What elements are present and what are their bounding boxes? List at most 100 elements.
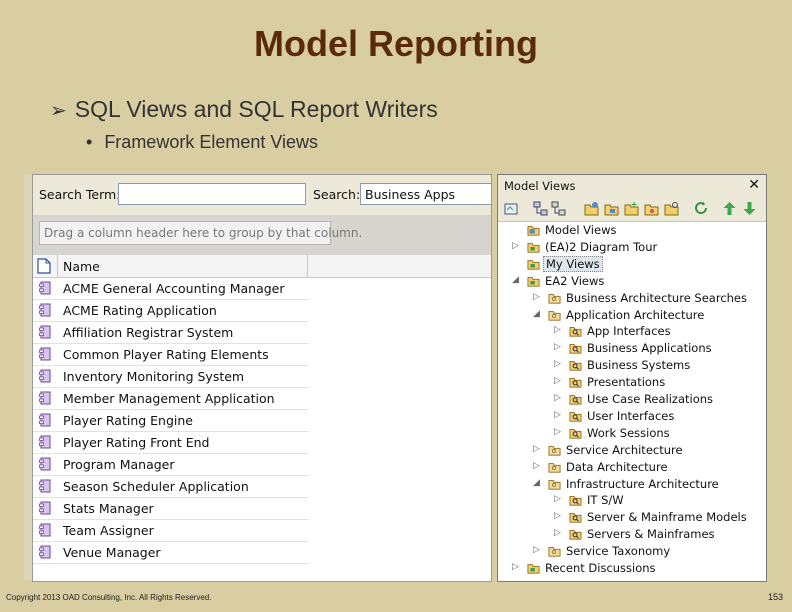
table-row[interactable]: Affiliation Registrar System (33, 322, 308, 344)
expand-toggle-icon[interactable]: ▷ (533, 461, 543, 471)
add-favorite-icon[interactable] (644, 201, 659, 216)
list-view-icon[interactable] (551, 201, 566, 216)
new-folder-icon[interactable] (584, 201, 599, 216)
row-name: ACME Rating Application (63, 303, 217, 318)
component-icon (39, 303, 51, 317)
table-row[interactable]: ACME Rating Application (33, 300, 308, 322)
component-icon (39, 413, 51, 427)
folder-icon (548, 462, 561, 473)
tree-node-label: User Interfaces (587, 408, 675, 423)
table-row[interactable]: Player Rating Front End (33, 432, 308, 454)
expand-toggle-icon[interactable]: ▷ (554, 376, 564, 386)
expand-toggle-icon[interactable]: ▷ (554, 427, 564, 437)
tree-node-label: Service Taxonomy (566, 544, 671, 559)
expand-toggle-icon[interactable]: ▷ (533, 292, 543, 302)
tree-node-label: IT S/W (587, 493, 624, 508)
row-name: Stats Manager (63, 501, 154, 516)
table-row[interactable]: Venue Manager (33, 542, 308, 564)
search-label: Search: (313, 187, 361, 202)
search-folder-icon (569, 395, 582, 405)
arrow-bullet-icon: ➢ (50, 100, 67, 122)
component-icon (39, 391, 51, 405)
row-name: Team Assigner (63, 523, 154, 538)
tree-node-label: Use Case Realizations (587, 392, 714, 406)
row-name: Player Rating Engine (63, 413, 193, 428)
tree-node-label: (EA)2 Diagram Tour (545, 239, 658, 254)
table-row[interactable]: Stats Manager (33, 498, 308, 520)
component-icon (39, 523, 51, 537)
move-down-icon[interactable] (742, 201, 757, 216)
group-by-hint: Drag a column header here to group by th… (39, 221, 362, 245)
table-row[interactable]: Player Rating Engine (33, 410, 308, 432)
table-row[interactable]: Season Scheduler Application (33, 476, 308, 498)
properties-icon[interactable] (664, 201, 679, 216)
expand-toggle-icon[interactable]: ▷ (554, 410, 564, 420)
table-row[interactable]: ACME General Accounting Manager (33, 278, 308, 300)
close-icon[interactable]: ✕ (748, 177, 760, 193)
table-row[interactable]: Program Manager (33, 454, 308, 476)
grid-header: Name (33, 255, 491, 278)
table-row[interactable]: Team Assigner (33, 520, 308, 542)
folder-icon (548, 547, 561, 557)
expand-toggle-icon[interactable]: ▷ (512, 562, 522, 572)
group-by-area[interactable]: Drag a column header here to group by th… (33, 215, 491, 255)
model-views-icon (527, 226, 540, 236)
expand-toggle-icon[interactable]: ▷ (554, 511, 564, 521)
expand-toggle-icon[interactable]: ▷ (554, 359, 564, 369)
expand-toggle-icon[interactable]: ▷ (533, 444, 543, 454)
model-views-panel: Model Views ✕ Model Views ▷ (EA)2 Diagram … (497, 174, 767, 582)
dot-bullet-icon: • (86, 132, 93, 152)
view-folder-icon (527, 243, 540, 253)
search-folder-icon (569, 327, 582, 337)
column-separator (307, 255, 308, 277)
table-row[interactable]: Member Management Application (33, 388, 308, 410)
folder-icon (548, 445, 561, 456)
component-icon (39, 457, 51, 471)
expand-toggle-icon[interactable]: ◢ (512, 275, 522, 285)
expand-toggle-icon[interactable]: ▷ (554, 393, 564, 403)
expand-toggle-icon[interactable]: ▷ (554, 342, 564, 352)
tree-node-label: Business Systems (587, 358, 691, 373)
view-folder-icon (527, 276, 540, 287)
expand-toggle-icon[interactable]: ▷ (554, 325, 564, 335)
add-search-icon[interactable] (624, 201, 639, 216)
expand-toggle-icon[interactable]: ◢ (533, 478, 543, 488)
column-header-name[interactable]: Name (63, 259, 100, 274)
search-folder-icon (569, 344, 582, 354)
copyright-footer: Copyright 2013 OAD Consulting, Inc. All … (6, 593, 212, 602)
panel-title-bar: Model Views ✕ (498, 175, 766, 198)
row-name: Member Management Application (63, 391, 275, 406)
tree-node-label: App Interfaces (587, 324, 671, 339)
search-select[interactable]: Business Apps (360, 183, 491, 205)
refresh-icon[interactable] (694, 201, 709, 216)
slide-title: Model Reporting (254, 23, 538, 64)
new-view-icon[interactable] (604, 201, 619, 216)
component-icon (39, 281, 51, 295)
search-folder-icon (569, 412, 582, 422)
row-name: ACME General Accounting Manager (63, 281, 285, 296)
row-name: Player Rating Front End (63, 435, 210, 450)
tree-node-label: Infrastructure Architecture (566, 476, 719, 491)
expand-toggle-icon[interactable]: ▷ (554, 528, 564, 538)
table-row[interactable]: Common Player Rating Elements (33, 344, 308, 366)
column-separator (57, 255, 58, 277)
table-row[interactable]: Inventory Monitoring System (33, 366, 308, 388)
search-term-input[interactable] (118, 183, 306, 205)
expand-toggle-icon[interactable]: ▷ (512, 241, 522, 251)
tree-view-icon[interactable] (533, 201, 548, 216)
move-up-icon[interactable] (722, 201, 737, 216)
tree-node-label: Business Architecture Searches (566, 290, 748, 305)
row-name: Affiliation Registrar System (63, 325, 234, 340)
expand-toggle-icon[interactable]: ◢ (533, 309, 543, 319)
bullet-sql-views-text: SQL Views and SQL Report Writers (74, 96, 438, 122)
tree-node-label: Business Applications (587, 341, 712, 356)
component-icon (39, 545, 51, 559)
row-name: Common Player Rating Elements (63, 347, 269, 362)
expand-toggle-icon[interactable]: ▷ (554, 494, 564, 504)
component-icon (39, 435, 51, 449)
results-list: ACME General Accounting Manager ACME Rati… (33, 278, 491, 564)
expand-toggle-icon[interactable]: ▷ (533, 545, 543, 555)
refresh-view-icon[interactable] (504, 201, 519, 216)
view-folder-icon (527, 259, 540, 270)
tree-node-label: Data Architecture (566, 459, 668, 474)
